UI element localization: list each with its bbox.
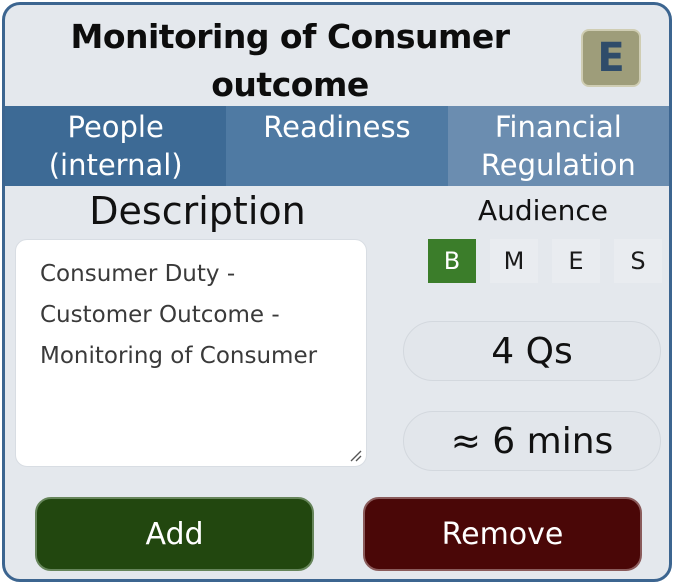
- resize-grip-icon[interactable]: [348, 448, 362, 462]
- audience-option-e[interactable]: E: [552, 239, 600, 283]
- tab-readiness[interactable]: Readiness: [226, 106, 448, 186]
- tab-financial-regulation[interactable]: Financial Regulation: [447, 106, 669, 186]
- question-count: 4 Qs: [403, 321, 661, 381]
- description-heading: Description: [89, 189, 306, 233]
- remove-button[interactable]: Remove: [363, 497, 642, 571]
- audience-options: B M E S: [428, 239, 669, 283]
- category-tabs: People (internal) Readiness Financial Re…: [5, 106, 669, 186]
- tab-people-internal[interactable]: People (internal): [5, 106, 227, 186]
- card-title: Monitoring of Consumer outcome: [70, 17, 510, 104]
- description-text: Consumer Duty - Customer Outcome - Monit…: [40, 261, 318, 369]
- add-button[interactable]: Add: [35, 497, 314, 571]
- audience-label: Audience: [477, 194, 609, 227]
- assessment-card: Monitoring of Consumer outcome E People …: [2, 2, 672, 582]
- description-textarea[interactable]: Consumer Duty - Customer Outcome - Monit…: [15, 239, 367, 467]
- estimated-duration: ≈ 6 mins: [403, 411, 661, 471]
- audience-option-m[interactable]: M: [490, 239, 538, 283]
- audience-option-b[interactable]: B: [428, 239, 476, 283]
- audience-option-s[interactable]: S: [614, 239, 662, 283]
- level-badge: E: [581, 29, 641, 87]
